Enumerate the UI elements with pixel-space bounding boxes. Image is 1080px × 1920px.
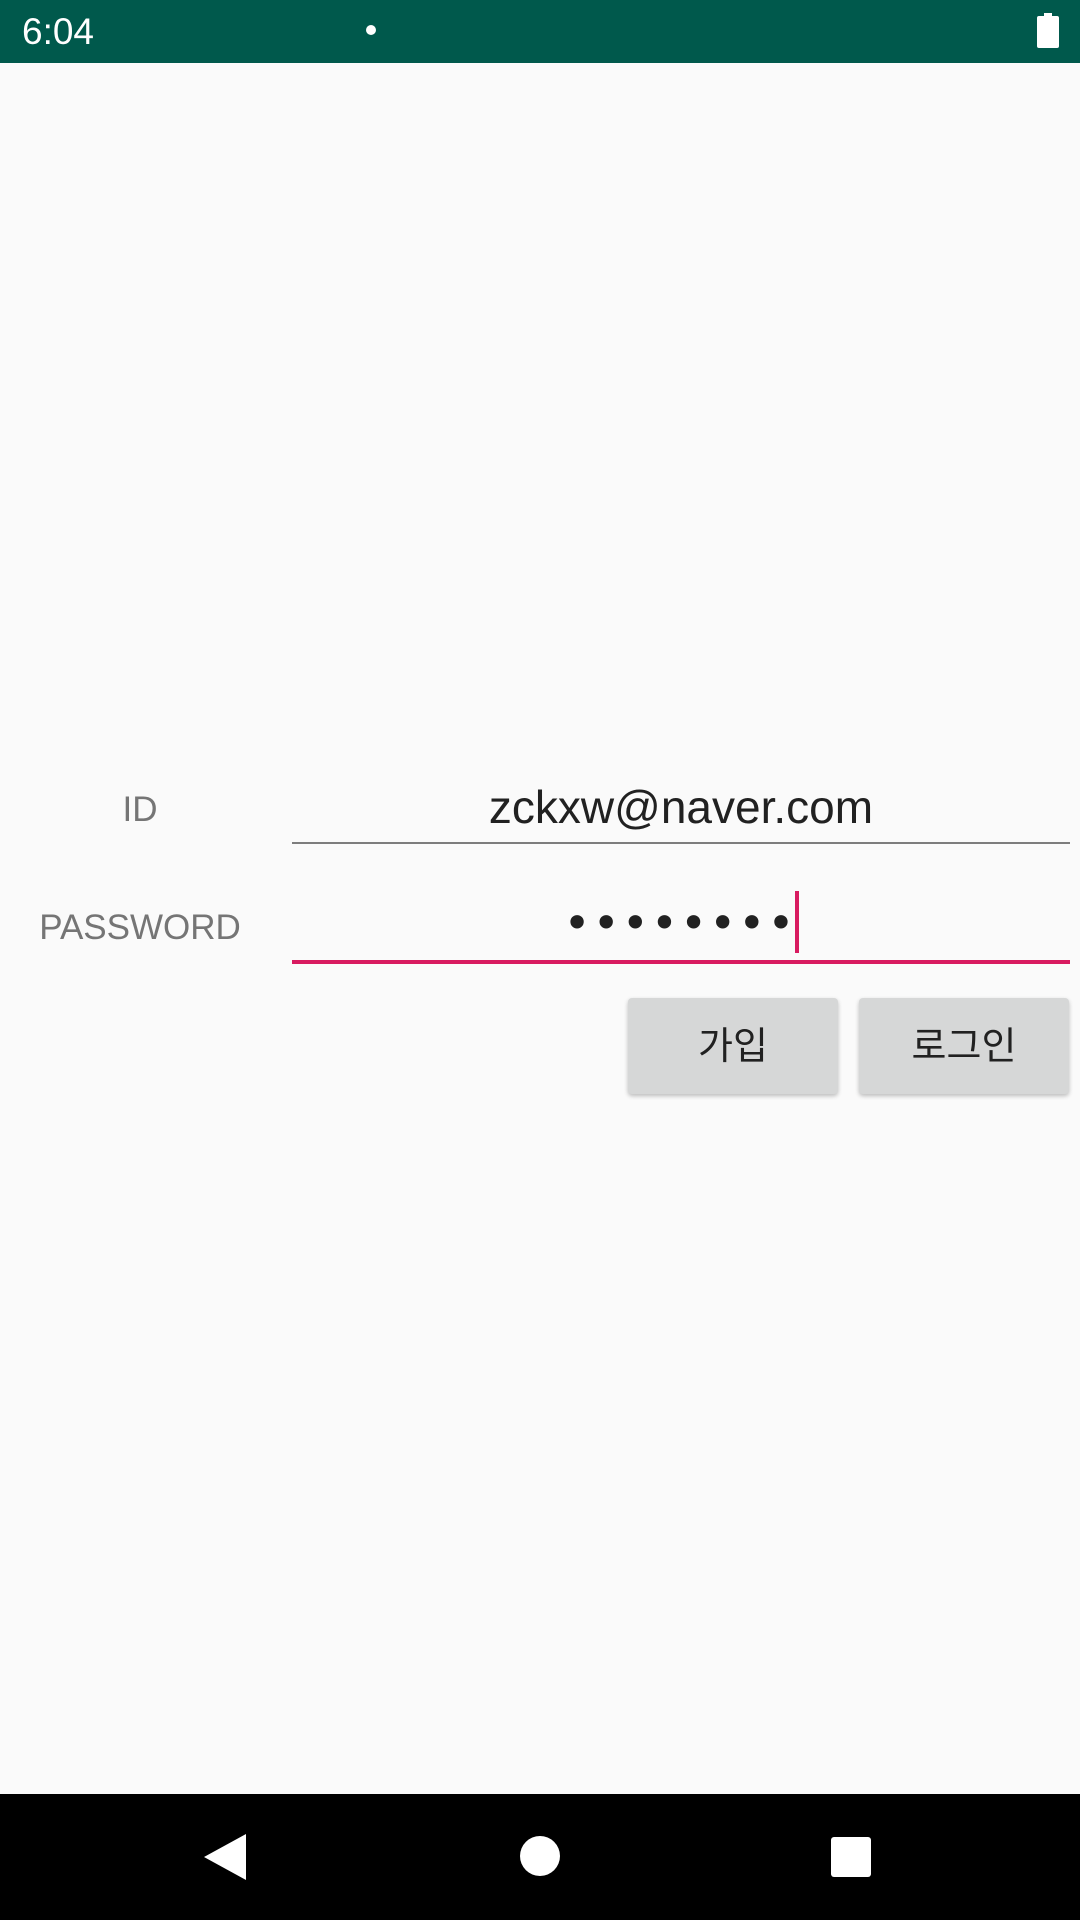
- battery-icon: [1037, 13, 1059, 48]
- notification-dot-icon: [366, 25, 376, 35]
- password-field-value: ••••••••: [563, 896, 797, 950]
- text-cursor: [794, 891, 799, 953]
- recents-icon[interactable]: [831, 1837, 871, 1877]
- id-field[interactable]: zckxw@naver.com: [292, 772, 1070, 844]
- back-icon[interactable]: [204, 1834, 246, 1880]
- home-icon[interactable]: [520, 1836, 560, 1876]
- login-button[interactable]: 로그인: [859, 998, 1069, 1094]
- status-bar: 6:04: [0, 0, 1080, 63]
- navigation-bar: [0, 1794, 1080, 1920]
- id-field-value: zckxw@naver.com: [488, 781, 874, 833]
- password-field[interactable]: ••••••••: [292, 888, 1070, 964]
- join-button[interactable]: 가입: [628, 998, 838, 1094]
- id-label: ID: [122, 790, 158, 829]
- status-time: 6:04: [22, 11, 95, 52]
- password-label: PASSWORD: [39, 908, 241, 947]
